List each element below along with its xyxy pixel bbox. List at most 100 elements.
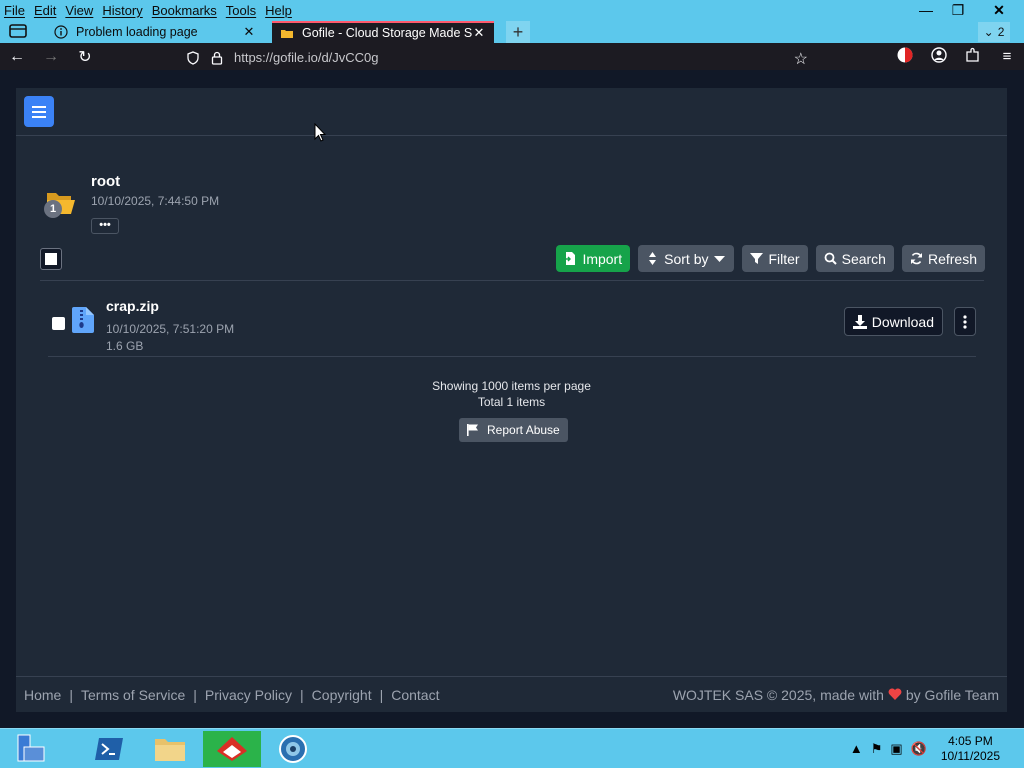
file-name[interactable]: crap.zip xyxy=(106,298,159,314)
refresh-icon xyxy=(910,252,922,265)
account-icon[interactable] xyxy=(922,46,956,68)
info-icon xyxy=(54,25,68,39)
import-button[interactable]: Import xyxy=(556,245,631,272)
mouse-cursor-icon xyxy=(314,123,326,142)
total-items-text: Total 1 items xyxy=(477,395,546,409)
search-button[interactable]: Search xyxy=(815,245,894,272)
kebab-menu-icon xyxy=(963,314,967,329)
show-hidden-icons-icon[interactable]: ▲ xyxy=(850,741,863,757)
forward-icon[interactable]: → xyxy=(34,48,68,66)
clock-date: 10/11/2025 xyxy=(940,749,1000,763)
file-import-icon xyxy=(564,252,576,265)
clock[interactable]: 4:05 PM 10/11/2025 xyxy=(941,734,1000,764)
hamburger-menu-button[interactable] xyxy=(24,96,54,127)
sort-label: Sort by xyxy=(664,250,709,267)
refresh-button[interactable]: Refresh xyxy=(901,245,985,272)
footer-link-privacy[interactable]: Privacy Policy xyxy=(205,687,292,703)
toolbar-right: ≡ xyxy=(888,43,1024,70)
footer-separator: | xyxy=(379,686,384,703)
tab-problem-loading[interactable]: Problem loading page ✕ xyxy=(46,21,264,43)
filter-button[interactable]: Filter xyxy=(742,245,808,272)
gofile-favicon-icon xyxy=(280,26,294,40)
report-abuse-label: Report Abuse xyxy=(487,423,560,437)
back-icon[interactable]: ← xyxy=(0,48,34,66)
copyright-text: WOJTEK SAS © 2025, made with xyxy=(672,686,884,703)
url-text[interactable]: https://gofile.io/d/JvCC0g xyxy=(234,50,379,65)
extension-icon[interactable] xyxy=(888,46,922,68)
download-label: Download xyxy=(871,313,934,330)
address-bar[interactable]: https://gofile.io/d/JvCC0g ☆ xyxy=(178,45,814,70)
select-all-checkbox[interactable] xyxy=(40,248,62,270)
footer-link-copyright[interactable]: Copyright xyxy=(312,687,372,703)
search-icon xyxy=(824,252,837,265)
footer-link-contact[interactable]: Contact xyxy=(391,687,439,703)
close-tab-icon[interactable]: ✕ xyxy=(242,24,256,40)
refresh-label: Refresh xyxy=(927,250,977,267)
shield-icon[interactable] xyxy=(186,50,200,65)
network-icon[interactable]: ▣ xyxy=(890,741,902,757)
tab-list-button[interactable]: ⌄ 2 xyxy=(978,22,1010,42)
chevron-down-icon: ⌄ xyxy=(983,25,994,39)
tab-title: Problem loading page xyxy=(76,25,198,39)
download-button[interactable]: Download xyxy=(843,307,943,336)
filter-icon xyxy=(750,253,764,264)
menu-bookmarks[interactable]: Bookmarks xyxy=(152,3,217,18)
menu-tools[interactable]: Tools xyxy=(226,3,256,18)
file-options-button[interactable] xyxy=(954,307,976,336)
app-menu-icon[interactable]: ≡ xyxy=(990,48,1024,65)
caret-down-icon xyxy=(714,256,726,262)
tray-icons: ▲ ⚑ ▣ 🔇 xyxy=(850,741,927,757)
close-tab-icon[interactable]: ✕ xyxy=(472,25,486,41)
menu-file[interactable]: File xyxy=(4,3,25,18)
flag-tray-icon[interactable]: ⚑ xyxy=(871,741,883,757)
folder-more-button[interactable]: ••• xyxy=(91,218,119,234)
browser-globe-icon[interactable] xyxy=(264,731,322,767)
file-row[interactable]: crap.zip 10/10/2025, 7:51:20 PM 1.6 GB D… xyxy=(48,295,976,357)
bookmark-star-icon[interactable]: ☆ xyxy=(794,49,808,69)
volume-muted-icon[interactable]: 🔇 xyxy=(911,741,927,757)
file-checkbox[interactable] xyxy=(52,317,65,330)
item-count-badge: 1 xyxy=(44,200,62,218)
download-icon xyxy=(852,314,867,329)
server-manager-icon[interactable] xyxy=(2,731,60,767)
footer-separator: | xyxy=(300,686,304,703)
import-label: Import xyxy=(582,250,623,267)
menu-view[interactable]: View xyxy=(65,3,93,18)
search-label: Search xyxy=(841,250,886,267)
divider xyxy=(40,280,984,281)
tab-overview-icon[interactable] xyxy=(8,22,30,42)
tab-title: Gofile - Cloud Storage Made Sir xyxy=(302,26,472,40)
reload-icon[interactable]: ↻ xyxy=(68,47,102,67)
page-viewport: 1 root 10/10/2025, 7:44:50 PM ••• Import… xyxy=(0,70,1024,728)
tab-count: 2 xyxy=(997,25,1005,39)
pagination-info: Showing 1000 items per page Total 1 item… xyxy=(16,378,1007,410)
menu-help[interactable]: Help xyxy=(265,3,292,18)
menu-history[interactable]: History xyxy=(102,3,142,18)
menu-bar: File Edit View History Bookmarks Tools H… xyxy=(0,0,1024,20)
sort-icon xyxy=(649,252,657,265)
lock-icon[interactable] xyxy=(210,51,224,65)
file-zip-icon xyxy=(72,307,94,333)
system-tray: ▲ ⚑ ▣ 🔇 4:05 PM 10/11/2025 xyxy=(850,729,1024,768)
footer-link-terms[interactable]: Terms of Service xyxy=(81,687,185,703)
taskbar-app-active-icon[interactable] xyxy=(203,731,261,767)
minimize-button[interactable]: — xyxy=(910,0,942,20)
new-tab-button[interactable]: + xyxy=(506,21,530,43)
sort-button[interactable]: Sort by xyxy=(638,245,735,272)
file-date: 10/10/2025, 7:51:20 PM xyxy=(106,322,235,336)
powershell-icon[interactable] xyxy=(80,731,138,767)
filter-label: Filter xyxy=(768,250,800,267)
window-controls: — ❐ ✕ xyxy=(910,0,1024,20)
footer-separator: | xyxy=(69,686,73,703)
restore-button[interactable]: ❐ xyxy=(942,0,974,20)
folder-name: root xyxy=(91,173,121,190)
top-bar xyxy=(16,88,1007,136)
extensions-puzzle-icon[interactable] xyxy=(956,47,990,67)
footer-link-home[interactable]: Home xyxy=(24,687,61,703)
browser-chrome: File Edit View History Bookmarks Tools H… xyxy=(0,0,1024,70)
report-abuse-button[interactable]: Report Abuse xyxy=(459,418,568,442)
close-window-button[interactable]: ✕ xyxy=(974,0,1024,20)
file-explorer-icon[interactable] xyxy=(141,731,199,767)
tab-gofile[interactable]: Gofile - Cloud Storage Made Sir ✕ xyxy=(272,21,494,43)
menu-edit[interactable]: Edit xyxy=(34,3,56,18)
